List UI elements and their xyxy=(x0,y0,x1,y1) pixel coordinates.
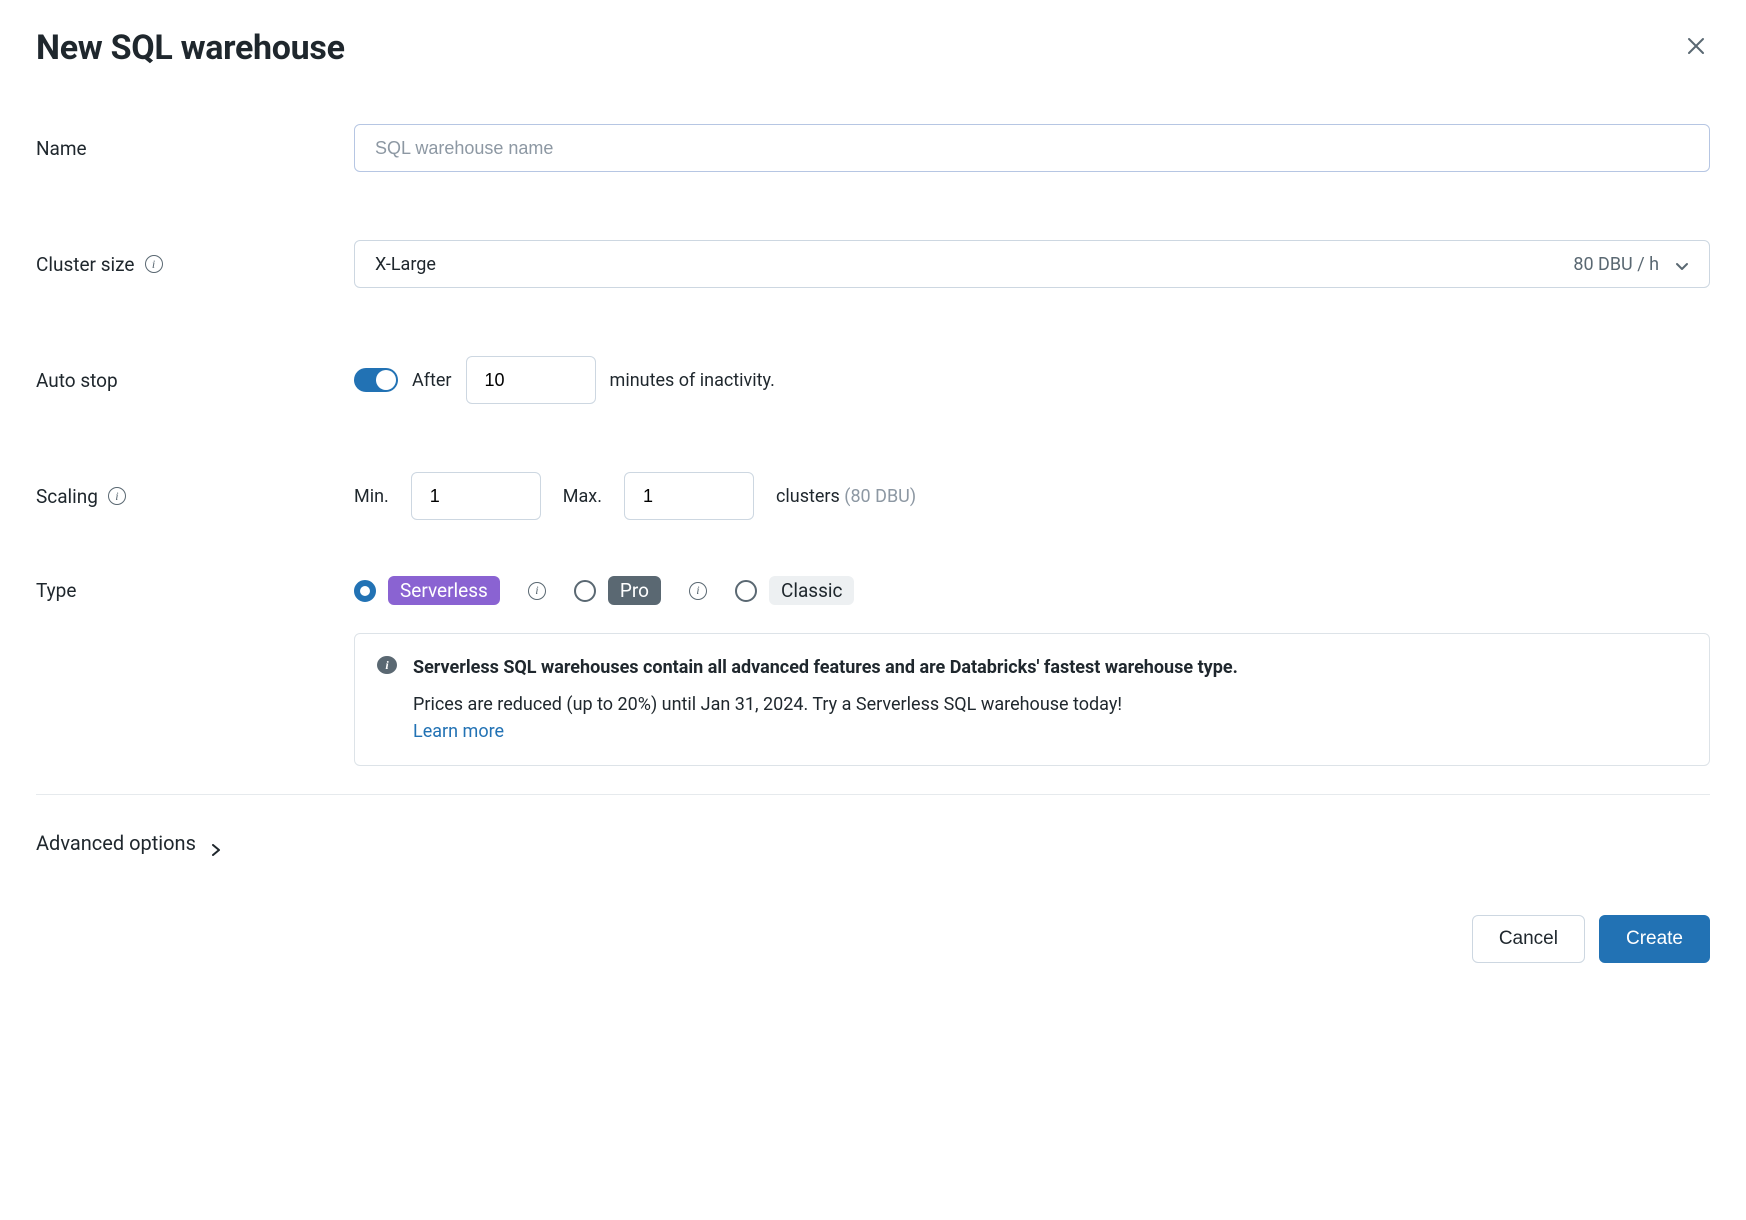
close-icon xyxy=(1686,36,1706,61)
auto-stop-toggle[interactable] xyxy=(354,368,398,392)
name-input[interactable] xyxy=(354,124,1710,172)
scaling-min-input[interactable] xyxy=(411,472,541,520)
scaling-max-label: Max. xyxy=(563,486,602,507)
cluster-size-value: X-Large xyxy=(375,254,436,275)
scaling-min-label: Min. xyxy=(354,486,389,507)
scaling-dbu-note: (80 DBU) xyxy=(844,486,916,507)
type-info-box: i Serverless SQL warehouses contain all … xyxy=(354,633,1710,766)
cluster-size-cost: 80 DBU / h xyxy=(1573,254,1659,275)
info-icon[interactable]: i xyxy=(108,487,126,505)
close-button[interactable] xyxy=(1682,34,1710,62)
advanced-options-label: Advanced options xyxy=(36,831,196,855)
type-radio-classic[interactable] xyxy=(735,580,757,602)
info-icon[interactable]: i xyxy=(689,582,707,600)
type-label: Type xyxy=(36,576,354,602)
cluster-size-label: Cluster size xyxy=(36,253,135,276)
type-radio-serverless[interactable] xyxy=(354,580,376,602)
auto-stop-minutes-input[interactable] xyxy=(466,356,596,404)
name-label: Name xyxy=(36,137,354,160)
page-title: New SQL warehouse xyxy=(36,28,345,68)
type-option-pro: Pro xyxy=(608,576,661,605)
type-info-body: Prices are reduced (up to 20%) until Jan… xyxy=(413,691,1238,718)
info-icon[interactable]: i xyxy=(528,582,546,600)
cluster-size-select[interactable]: X-Large 80 DBU / h xyxy=(354,240,1710,288)
type-option-serverless: Serverless xyxy=(388,576,500,605)
scaling-label: Scaling xyxy=(36,485,98,508)
info-icon[interactable]: i xyxy=(145,255,163,273)
chevron-down-icon xyxy=(1675,257,1689,271)
type-option-classic: Classic xyxy=(769,576,855,605)
chevron-right-icon xyxy=(210,837,222,849)
create-button[interactable]: Create xyxy=(1599,915,1710,963)
scaling-max-input[interactable] xyxy=(624,472,754,520)
info-icon: i xyxy=(377,656,397,674)
type-radio-pro[interactable] xyxy=(574,580,596,602)
divider xyxy=(36,794,1710,795)
learn-more-link[interactable]: Learn more xyxy=(413,721,504,742)
auto-stop-prefix: After xyxy=(412,370,452,391)
auto-stop-label: Auto stop xyxy=(36,369,354,392)
scaling-clusters-label: clusters xyxy=(776,486,840,507)
auto-stop-suffix: minutes of inactivity. xyxy=(610,370,775,391)
advanced-options-expander[interactable]: Advanced options xyxy=(36,831,1710,855)
type-info-title: Serverless SQL warehouses contain all ad… xyxy=(413,657,1238,678)
cancel-button[interactable]: Cancel xyxy=(1472,915,1585,963)
